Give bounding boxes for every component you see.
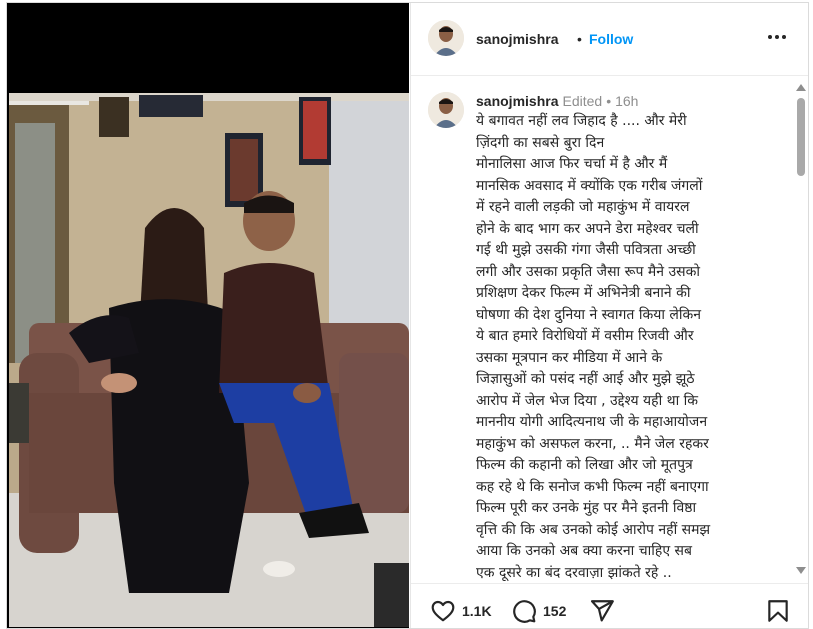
scrollbar-thumb[interactable]	[797, 98, 805, 176]
comment-count[interactable]: 152	[543, 603, 566, 619]
post-side-panel: sanojmishra • Follow sanojmishra Edited • 1…	[410, 3, 808, 628]
edited-label: Edited	[562, 93, 603, 109]
caption-meta: sanojmishra Edited • 16h	[476, 93, 638, 109]
avatar[interactable]	[428, 20, 464, 56]
caption-text: ये बगावत नहीं लव जिहाद है .... और मेरी ज…	[476, 113, 711, 581]
post-header: sanojmishra • Follow	[411, 3, 808, 76]
bookmark-icon[interactable]	[765, 598, 791, 624]
share-icon[interactable]	[588, 598, 616, 624]
avatar-image	[428, 20, 464, 56]
more-options-icon[interactable]	[765, 25, 789, 49]
caption-username[interactable]: sanojmishra	[476, 93, 558, 109]
photo-illustration	[9, 93, 409, 627]
scroll-up-arrow[interactable]	[796, 84, 806, 91]
caption-avatar[interactable]	[428, 92, 464, 128]
follow-button[interactable]: Follow	[589, 31, 633, 47]
action-bar: 1.1K 152	[411, 583, 808, 628]
header-separator: •	[577, 31, 582, 47]
post-media	[7, 3, 409, 628]
caption-separator: •	[606, 93, 612, 109]
post-time[interactable]: 16h	[615, 93, 638, 109]
post-photo[interactable]	[9, 93, 409, 627]
comments-area[interactable]: sanojmishra Edited • 16h ये बगावत नहीं लव ज…	[411, 76, 808, 582]
header-username[interactable]: sanojmishra	[476, 31, 558, 47]
comment-icon[interactable]	[510, 598, 538, 624]
heart-icon[interactable]	[429, 598, 457, 624]
avatar-image	[428, 92, 464, 128]
post-modal: sanojmishra • Follow sanojmishra Edited • 1…	[6, 2, 809, 629]
scroll-down-arrow[interactable]	[796, 567, 806, 574]
like-count[interactable]: 1.1K	[462, 603, 492, 619]
